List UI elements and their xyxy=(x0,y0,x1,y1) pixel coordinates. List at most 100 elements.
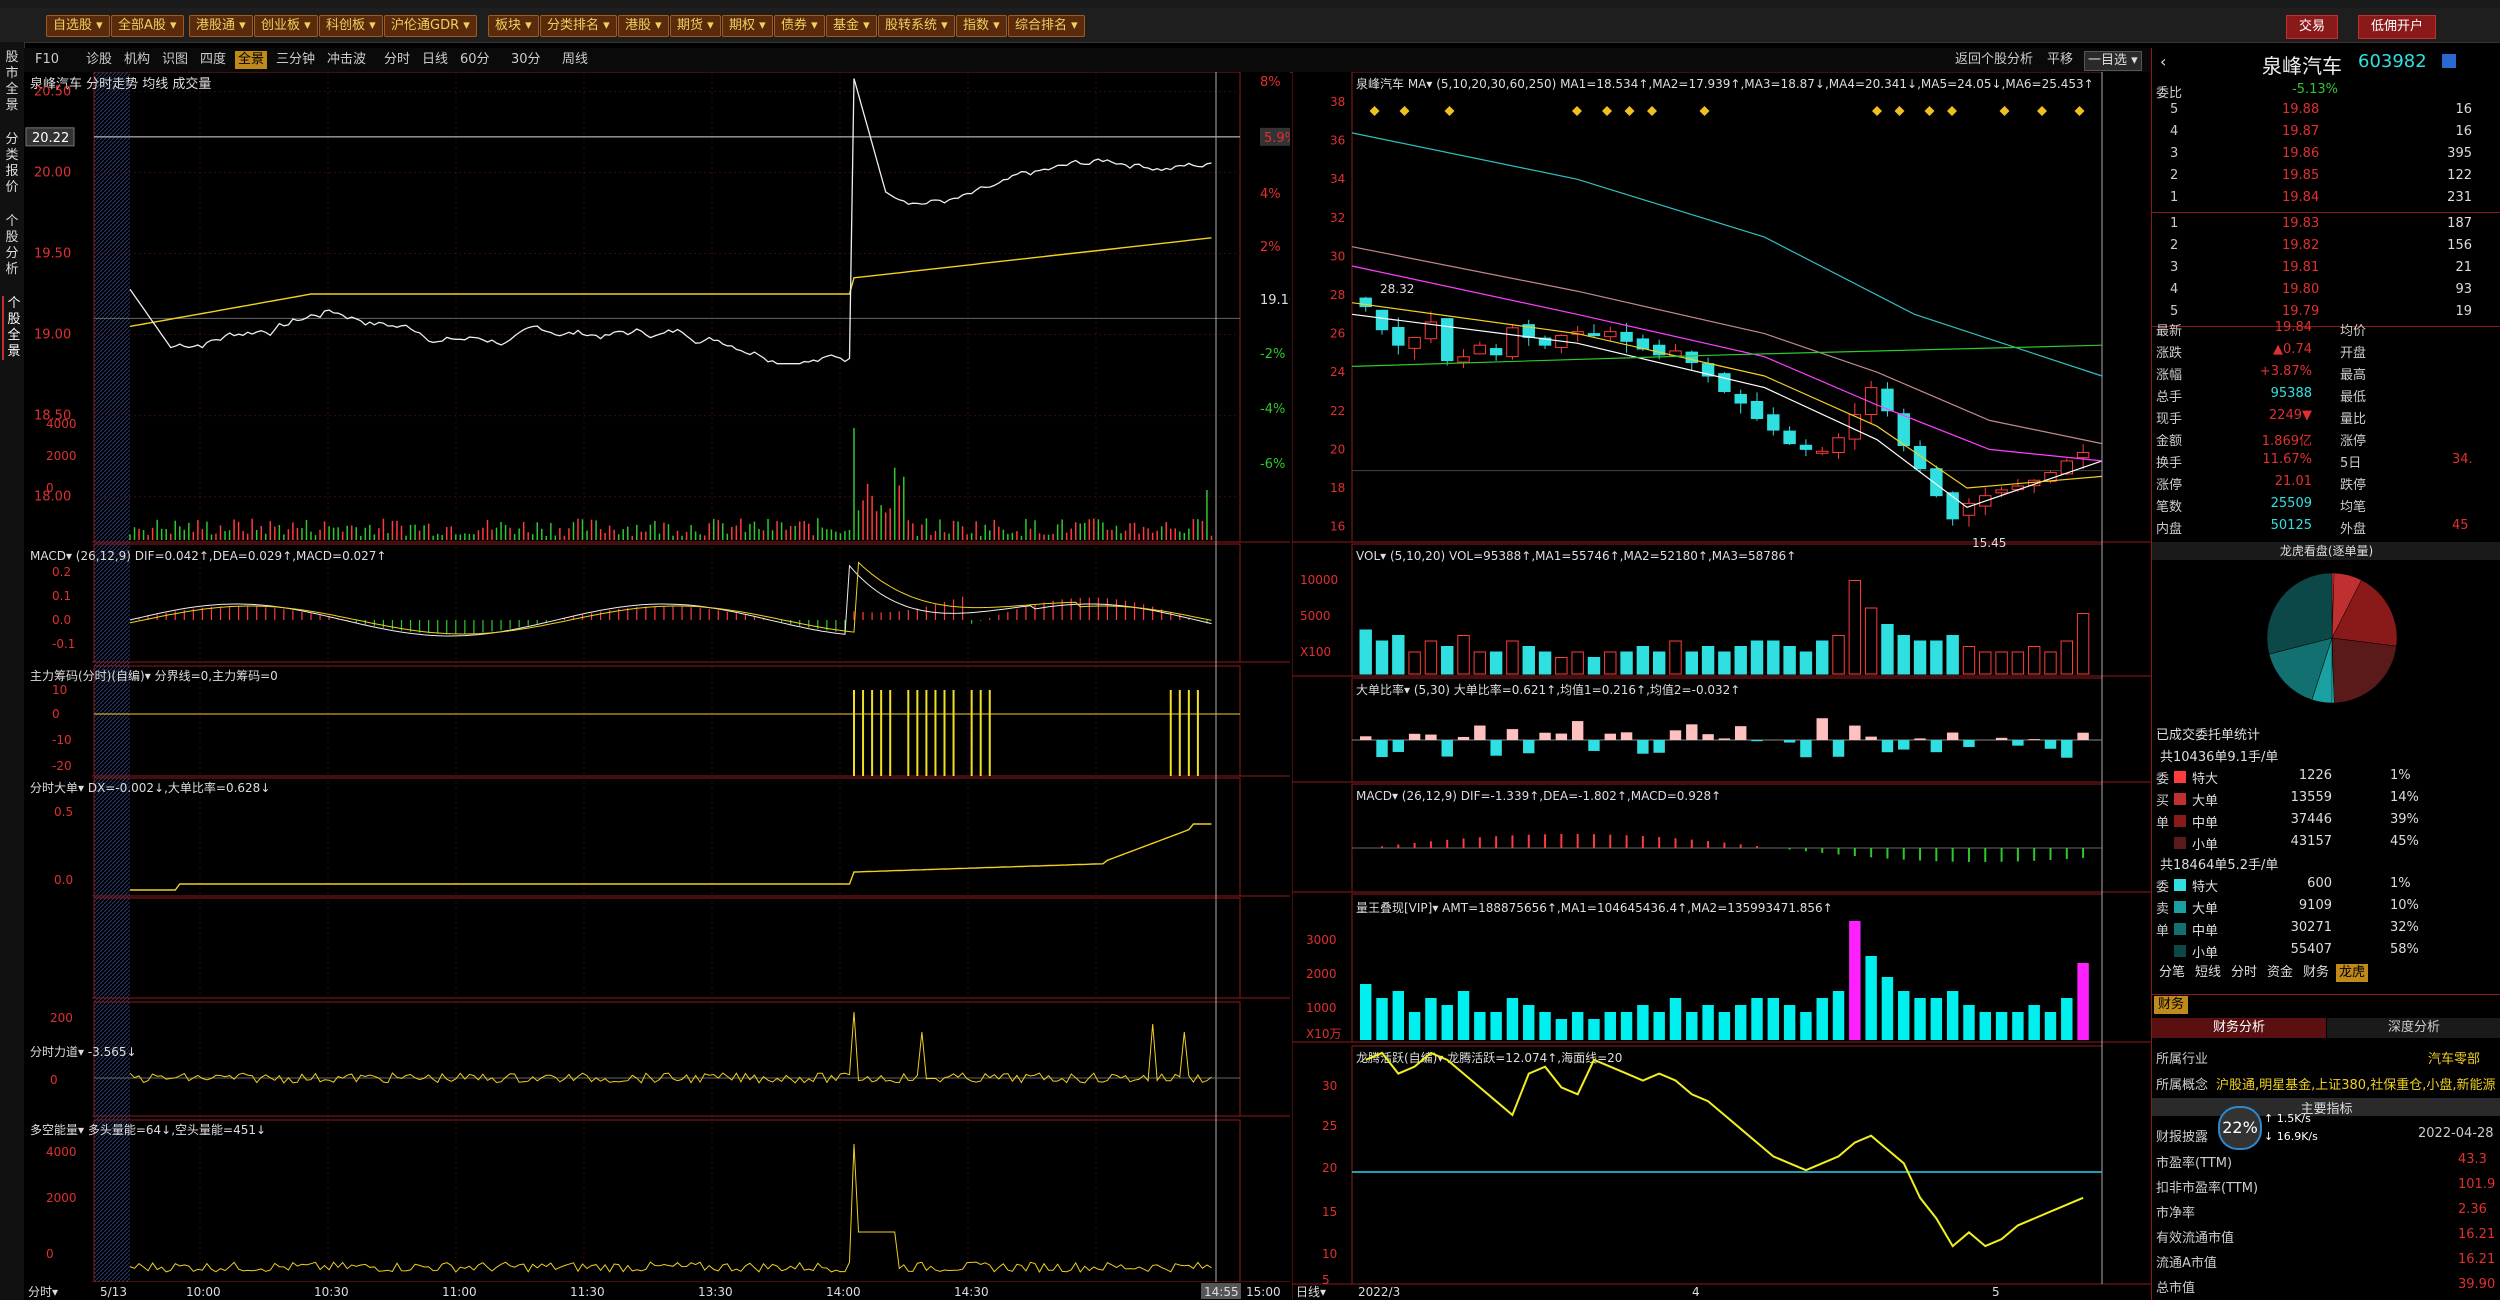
kbig-bar xyxy=(1604,733,1616,740)
kbig-bar xyxy=(1865,736,1877,740)
nav-item-5[interactable]: 全景 xyxy=(235,51,268,69)
toolbar-button-3[interactable]: 创业板 ▾ xyxy=(254,15,318,37)
net-speed-circle: 22% xyxy=(2218,1106,2262,1150)
left-tab-0[interactable]: 股市全景 xyxy=(2,50,22,114)
side-tab-0[interactable]: 分笔 xyxy=(2156,964,2188,982)
bid-price-2: 19.81 xyxy=(2282,260,2320,275)
kline-chart[interactable]: 泉峰汽车 MA▾ (5,10,20,30,60,250) MA1=18.534↑… xyxy=(1292,72,2151,1300)
chip-title: 主力筹码(分时)(自编)▾ 分界线=0,主力筹码=0 xyxy=(30,668,278,683)
time-label-4: 11:30 xyxy=(570,1285,605,1299)
fin-subtab-0[interactable]: 财务分析 xyxy=(2152,1018,2326,1038)
intraday-chart[interactable]: 泉峰汽车 分时走势 均线 成交量20.5020.0019.5019.0018.5… xyxy=(24,72,1290,1300)
stock-name: 泉峰汽车 xyxy=(2262,54,2342,78)
stat-label-9: 内盘 xyxy=(2156,522,2183,537)
kvol-bar xyxy=(1408,651,1421,675)
nav-item-0[interactable]: F10 xyxy=(32,51,62,69)
kvol-bar xyxy=(1555,657,1568,675)
chip-label-2: -10 xyxy=(52,733,72,747)
toolbar-button-8[interactable]: 港股 ▾ xyxy=(618,15,669,37)
pct-label-4: 19.10 xyxy=(1260,293,1290,308)
nav-right-0[interactable]: 返回个股分析 xyxy=(1952,51,2036,69)
toolbar-button-12[interactable]: 基金 ▾ xyxy=(826,15,877,37)
kvol-bar xyxy=(1375,640,1389,675)
side-tab-2[interactable]: 分时 xyxy=(2228,964,2260,982)
kbig-bar xyxy=(2077,732,2089,740)
price-label-1: 20.00 xyxy=(34,165,71,180)
cursor-price: 20.22 xyxy=(32,131,69,146)
sell-swatch-3 xyxy=(2174,945,2186,957)
nav-right-2[interactable]: 一目选 ▾ xyxy=(2084,51,2142,71)
kline-price-11: 16 xyxy=(1330,520,1345,534)
force-label-0: 200 xyxy=(50,1011,73,1025)
kbig-bar xyxy=(1718,738,1731,740)
toolbar-button-10[interactable]: 期权 ▾ xyxy=(722,15,773,37)
time-label-9: 15:00 xyxy=(1246,1285,1281,1299)
bid-level-2: 3 xyxy=(2170,260,2179,275)
toolbar-button-11[interactable]: 债券 ▾ xyxy=(774,15,825,37)
kamt-bar xyxy=(1571,1012,1584,1040)
toolbar-button-4[interactable]: 科创板 ▾ xyxy=(319,15,383,37)
left-tab-3[interactable]: 个股全景 xyxy=(2,296,24,360)
nav-item-3[interactable]: 识图 xyxy=(159,51,191,69)
nav-item-7[interactable]: 冲击波 xyxy=(324,51,369,69)
toolbar-button-7[interactable]: 分类排名 ▾ xyxy=(540,15,617,37)
nav-right-1[interactable]: 平移 xyxy=(2044,51,2076,69)
macd-label-3: -0.1 xyxy=(52,637,75,651)
nav-item-6[interactable]: 三分钟 xyxy=(273,51,318,69)
ask-price-1: 19.87 xyxy=(2282,124,2320,139)
kvol-bar xyxy=(1473,651,1487,675)
kvol-bar xyxy=(1522,646,1535,675)
kamt-bar xyxy=(1686,1012,1698,1040)
open-account-button[interactable]: 低佣开户 xyxy=(2358,15,2437,39)
sell-side-char-0: 委 xyxy=(2156,880,2170,895)
side-tab-4[interactable]: 财务 xyxy=(2300,964,2332,982)
kamt-bar xyxy=(2061,998,2073,1040)
time-label-1: 10:00 xyxy=(186,1285,221,1299)
side-tab-5[interactable]: 龙虎 xyxy=(2336,964,2369,982)
bid-vol-4: 19 xyxy=(2455,304,2472,319)
kamt-bar xyxy=(1457,991,1470,1040)
fin-tab[interactable]: 财务 xyxy=(2154,996,2189,1014)
fin-subtab-1[interactable]: 深度分析 xyxy=(2327,1018,2500,1038)
order-pie-chart xyxy=(2266,572,2398,704)
nav-item-8[interactable]: 分时 xyxy=(381,51,413,69)
nav-item-4[interactable]: 四度 xyxy=(197,51,229,69)
report-label: 财报披露 xyxy=(2156,1130,2209,1145)
toolbar-button-0[interactable]: 自选股 ▾ xyxy=(46,15,110,37)
toolbar-button-2[interactable]: 港股通 ▾ xyxy=(189,15,253,37)
stat-label2-4: 量比 xyxy=(2340,412,2367,427)
ask-price-2: 19.86 xyxy=(2282,146,2320,161)
sell-vol-3: 55407 xyxy=(2290,942,2332,957)
kdragon-label-2: 20 xyxy=(1322,1161,1337,1175)
toolbar-button-1[interactable]: 全部A股 ▾ xyxy=(111,15,184,37)
left-tab-1[interactable]: 分类报价 xyxy=(2,132,22,196)
pct-label-6: -4% xyxy=(1260,402,1285,417)
kbig-bar xyxy=(1408,733,1421,740)
side-tab-1[interactable]: 短线 xyxy=(2192,964,2224,982)
toolbar-button-14[interactable]: 指数 ▾ xyxy=(956,15,1007,37)
info-icon[interactable] xyxy=(2442,54,2456,68)
toolbar-button-5[interactable]: 沪伦通GDR ▾ xyxy=(384,15,477,37)
toolbar-button-6[interactable]: 板块 ▾ xyxy=(488,15,539,37)
stat-value-3: 95388 xyxy=(2270,386,2312,401)
nav-item-10[interactable]: 60分 xyxy=(457,51,493,69)
sell-vol-1: 9109 xyxy=(2298,898,2332,913)
back-chevron-icon[interactable]: ‹ xyxy=(2160,52,2166,71)
kline-price-7: 24 xyxy=(1330,365,1345,379)
bid-level-0: 1 xyxy=(2170,216,2179,231)
toolbar-button-13[interactable]: 股转系统 ▾ xyxy=(878,15,955,37)
nav-item-12[interactable]: 周线 xyxy=(559,51,591,69)
kamt-bar xyxy=(2012,1012,2024,1040)
nav-item-9[interactable]: 日线 xyxy=(419,51,451,69)
nav-item-11[interactable]: 30分 xyxy=(508,51,544,69)
toolbar-button-9[interactable]: 期货 ▾ xyxy=(670,15,721,37)
nav-item-2[interactable]: 机构 xyxy=(121,51,153,69)
side-tab-3[interactable]: 资金 xyxy=(2264,964,2296,982)
left-tab-2[interactable]: 个股分析 xyxy=(2,214,22,278)
trade-button[interactable]: 交易 xyxy=(2286,15,2339,39)
kbig-bar xyxy=(1637,740,1649,754)
nav-item-1[interactable]: 诊股 xyxy=(83,51,115,69)
kamt-bar xyxy=(1425,998,1437,1040)
kbig-bar xyxy=(1588,740,1600,751)
toolbar-button-15[interactable]: 综合排名 ▾ xyxy=(1008,15,1085,37)
